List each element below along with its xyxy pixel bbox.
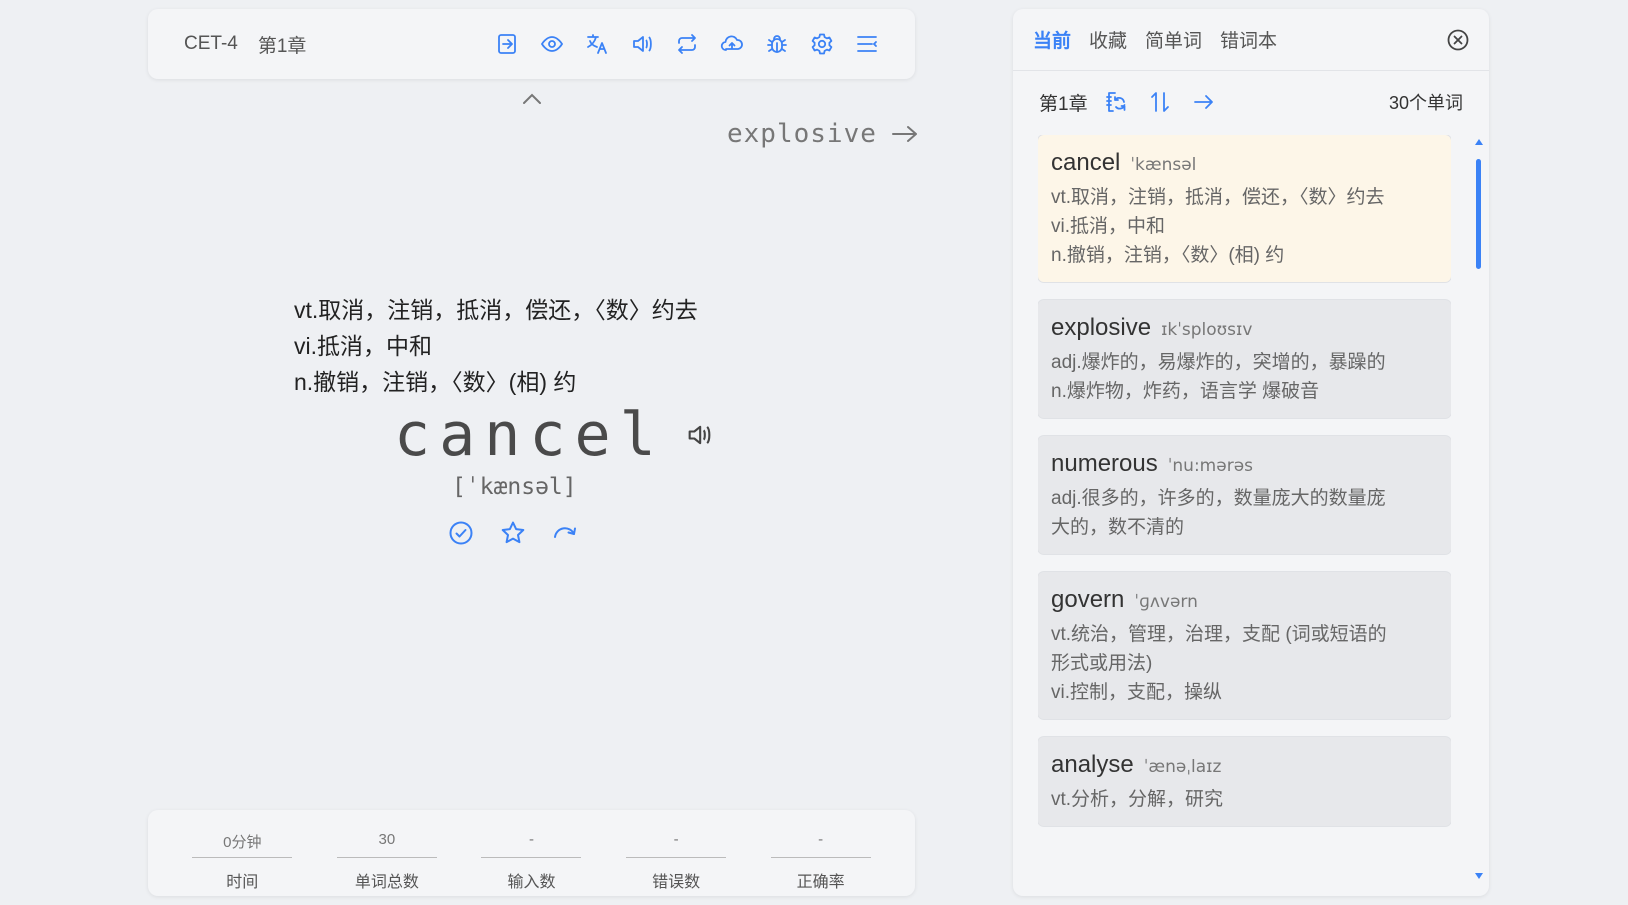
card-definition-line: adj.很多的，许多的，数量庞大的数量庞大的，数不清的 [1051,488,1386,538]
eye-icon[interactable] [540,32,564,56]
stat-value: - [528,831,534,848]
word-actions [448,520,578,546]
word-definitions: vt.取消，注销，抵消，偿还，〈数〉约去 vi.抵消，中和 n.撤销，注销，〈数… [294,292,698,400]
scrollbar-thumb[interactable] [1476,159,1481,269]
chapter-name[interactable]: 第1章 [258,31,307,58]
stat-divider [626,857,727,858]
card-word: cancel [1051,149,1121,176]
translate-icon[interactable] [585,32,609,56]
card-definitions: vt.取消，注销，抵消，偿还，〈数〉约去 vi.抵消，中和 n.撤销，注销，〈数… [1051,183,1391,270]
toolbar-icons [495,32,879,56]
repeat-icon[interactable] [675,32,699,56]
close-circle-icon[interactable] [1447,29,1469,51]
word-list-scrollbar[interactable] [1474,135,1484,879]
word-card-current[interactable]: cancel ˈkænsəl vt.取消，注销，抵消，偿还，〈数〉约去 vi.抵… [1038,135,1451,282]
sort-icon[interactable] [1148,90,1172,114]
card-phonetic: ɪkˈsploʊsɪv [1161,320,1253,340]
refresh-book-icon[interactable] [1104,90,1128,114]
gear-icon[interactable] [810,32,834,56]
card-word: govern [1051,586,1125,613]
card-definition-line: adj.爆炸的，易爆炸的，突增的，暴躁的 [1051,352,1386,373]
panel-chapter: 第1章 [1039,93,1088,115]
card-definitions: adj.爆炸的，易爆炸的，突增的，暴躁的 n.爆炸物，炸药，语言学 爆破音 [1051,348,1391,406]
definition-line: n.撤销，注销，〈数〉(相) 约 [294,369,577,395]
stat-value: 30 [378,831,396,848]
card-definition-line: n.爆炸物，炸药，语言学 爆破音 [1051,381,1320,402]
card-phonetic: ˈænəˌlaɪz [1143,757,1222,777]
cloud-upload-icon[interactable] [720,32,744,56]
arrow-right-icon [891,124,919,144]
word-card[interactable]: analyse ˈænəˌlaɪz vt.分析，分解，研究 [1038,737,1451,826]
word-list-panel: 当前 收藏 简单词 错词本 第1章 30个单词 cancel ˈkænsəl v… [1013,9,1489,896]
card-definition-line: vi.控制，支配，操纵 [1051,682,1223,703]
stat-label: 单词总数 [354,874,419,891]
enter-icon[interactable] [495,32,519,56]
next-word-text: explosive [727,119,877,149]
stat-accuracy: - 正确率 [770,810,872,896]
arrow-right-icon[interactable] [1192,90,1216,114]
chevron-up-icon[interactable] [521,92,543,106]
card-phonetic: ˈɡʌvərn [1134,592,1198,612]
card-definition-line: vt.取消，注销，抵消，偿还，〈数〉约去 [1051,187,1385,208]
card-phonetic: ˈnu:mərəs [1167,456,1254,476]
word-row: cancel [394,400,713,470]
card-word: numerous [1051,450,1158,477]
card-definitions: vt.分析，分解，研究 [1051,785,1391,814]
tab-current[interactable]: 当前 [1033,26,1071,53]
word-count: 30个单词 [1388,93,1463,113]
scroll-up-arrow[interactable] [1475,139,1483,145]
speaker-icon[interactable] [630,32,654,56]
word-phonetic: [ˈkænsəl] [452,474,577,500]
stat-total-words: 30 单词总数 [336,810,438,896]
tab-favorites[interactable]: 收藏 [1089,26,1127,53]
card-definition-line: n.撤销，注销，〈数〉(相) 约 [1051,245,1285,266]
redo-icon[interactable] [552,520,578,546]
dictionary-name[interactable]: CET-4 [184,33,238,55]
stat-divider [336,857,437,858]
tab-wrong-words[interactable]: 错词本 [1220,26,1277,53]
card-word: analyse [1051,751,1134,778]
stat-time: 0分钟 时间 [191,810,293,896]
top-toolbar: CET-4 第1章 [148,9,915,79]
word-card[interactable]: explosive ɪkˈsploʊsɪv adj.爆炸的，易爆炸的，突增的，暴… [1038,300,1451,418]
card-definition-line: vt.分析，分解，研究 [1051,789,1224,810]
tab-easy-words[interactable]: 简单词 [1145,26,1202,53]
word-card[interactable]: govern ˈɡʌvərn vt.统治，管理，治理，支配 (词或短语的形式或用… [1038,572,1451,719]
stat-label: 输入数 [507,874,556,891]
card-word: explosive [1051,314,1152,341]
definition-line: vi.抵消，中和 [294,333,432,359]
stat-divider [770,857,871,858]
pronounce-speaker-icon[interactable] [685,421,713,449]
stat-label: 错误数 [652,874,701,891]
panel-actions [1104,90,1216,114]
card-definition-line: vi.抵消，中和 [1051,216,1166,237]
stats-bar: 0分钟 时间 30 单词总数 - 输入数 - 错误数 - 正确率 [148,810,915,896]
stat-label: 时间 [226,874,259,891]
stat-input-count: - 输入数 [480,810,582,896]
card-phonetic: ˈkænsəl [1130,155,1197,175]
stat-divider [192,857,293,858]
panel-tabs: 当前 收藏 简单词 错词本 [1013,9,1489,71]
stat-divider [481,857,582,858]
card-definitions: adj.很多的，许多的，数量庞大的数量庞大的，数不清的 [1051,484,1391,542]
stat-value: - [673,831,679,848]
panel-header: 第1章 30个单词 [1013,71,1489,133]
card-definition-line: vt.统治，管理，治理，支配 (词或短语的形式或用法) [1051,624,1387,674]
stat-error-count: - 错误数 [625,810,727,896]
word-list[interactable]: cancel ˈkænsəl vt.取消，注销，抵消，偿还，〈数〉约去 vi.抵… [1038,135,1451,879]
scroll-down-arrow[interactable] [1475,873,1483,879]
definition-line: vt.取消，注销，抵消，偿还，〈数〉约去 [294,297,698,323]
stat-value: 0分钟 [223,834,262,851]
stat-label: 正确率 [796,874,845,891]
menu-icon[interactable] [855,32,879,56]
word-card[interactable]: numerous ˈnu:mərəs adj.很多的，许多的，数量庞大的数量庞大… [1038,436,1451,554]
check-circle-icon[interactable] [448,520,474,546]
stat-value: - [818,831,824,848]
card-definitions: vt.统治，管理，治理，支配 (词或短语的形式或用法) vi.控制，支配，操纵 [1051,620,1391,707]
current-word: cancel [394,400,665,470]
bug-icon[interactable] [765,32,789,56]
star-icon[interactable] [500,520,526,546]
next-word-link[interactable]: explosive [727,119,919,149]
